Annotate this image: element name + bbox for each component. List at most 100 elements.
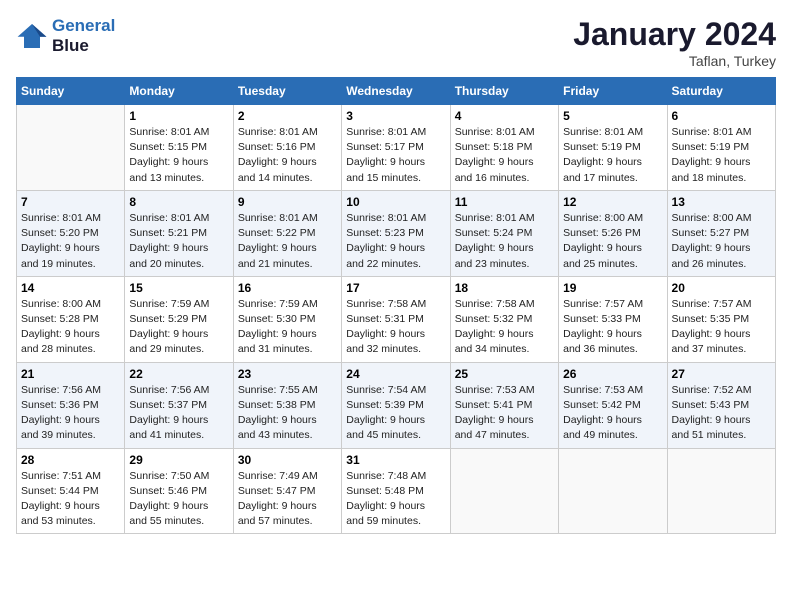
day-number: 29 [129,453,228,467]
day-number: 24 [346,367,445,381]
calendar-cell: 27 Sunrise: 7:52 AMSunset: 5:43 PMDayligh… [667,362,775,448]
calendar-cell: 10 Sunrise: 8:01 AMSunset: 5:23 PMDayligh… [342,190,450,276]
logo-line2: Blue [52,36,89,55]
day-info: Sunrise: 8:01 AMSunset: 5:17 PMDaylight:… [346,125,445,186]
day-number: 21 [21,367,120,381]
header-saturday: Saturday [667,78,775,105]
day-number: 31 [346,453,445,467]
header-sunday: Sunday [17,78,125,105]
day-info: Sunrise: 7:58 AMSunset: 5:31 PMDaylight:… [346,297,445,358]
day-info: Sunrise: 7:59 AMSunset: 5:30 PMDaylight:… [238,297,337,358]
calendar-cell: 5 Sunrise: 8:01 AMSunset: 5:19 PMDaylight… [559,105,667,191]
calendar-cell: 20 Sunrise: 7:57 AMSunset: 5:35 PMDayligh… [667,276,775,362]
month-title: January 2024 [573,16,776,53]
calendar-cell: 16 Sunrise: 7:59 AMSunset: 5:30 PMDayligh… [233,276,341,362]
header-friday: Friday [559,78,667,105]
day-number: 20 [672,281,771,295]
day-info: Sunrise: 8:01 AMSunset: 5:15 PMDaylight:… [129,125,228,186]
page-header: General Blue January 2024 Taflan, Turkey [16,16,776,69]
calendar-cell: 29 Sunrise: 7:50 AMSunset: 5:46 PMDayligh… [125,448,233,534]
calendar-cell: 17 Sunrise: 7:58 AMSunset: 5:31 PMDayligh… [342,276,450,362]
calendar-cell: 23Sunrise: 7:55 AMSunset: 5:38 PMDayligh… [233,362,341,448]
calendar-cell: 12 Sunrise: 8:00 AMSunset: 5:26 PMDayligh… [559,190,667,276]
header-wednesday: Wednesday [342,78,450,105]
day-number: 13 [672,195,771,209]
title-block: January 2024 Taflan, Turkey [573,16,776,69]
calendar-cell: 31Sunrise: 7:48 AMSunset: 5:48 PMDayligh… [342,448,450,534]
day-number: 3 [346,109,445,123]
week-row-0: 1 Sunrise: 8:01 AMSunset: 5:15 PMDaylight… [17,105,776,191]
day-number: 30 [238,453,337,467]
calendar-header-row: SundayMondayTuesdayWednesdayThursdayFrid… [17,78,776,105]
day-number: 17 [346,281,445,295]
day-info: Sunrise: 8:00 AMSunset: 5:27 PMDaylight:… [672,211,771,272]
day-info: Sunrise: 8:01 AMSunset: 5:18 PMDaylight:… [455,125,554,186]
day-info: Sunrise: 7:50 AMSunset: 5:46 PMDaylight:… [129,469,228,530]
calendar-cell: 4 Sunrise: 8:01 AMSunset: 5:18 PMDaylight… [450,105,558,191]
day-number: 8 [129,195,228,209]
day-info: Sunrise: 7:57 AMSunset: 5:35 PMDaylight:… [672,297,771,358]
calendar-cell: 30 Sunrise: 7:49 AMSunset: 5:47 PMDayligh… [233,448,341,534]
day-info: Sunrise: 7:56 AMSunset: 5:36 PMDaylight:… [21,383,120,444]
day-number: 23 [238,367,337,381]
day-info: Sunrise: 8:00 AMSunset: 5:28 PMDaylight:… [21,297,120,358]
calendar-table: SundayMondayTuesdayWednesdayThursdayFrid… [16,77,776,534]
day-number: 19 [563,281,662,295]
day-number: 12 [563,195,662,209]
day-info: Sunrise: 8:01 AMSunset: 5:16 PMDaylight:… [238,125,337,186]
calendar-cell: 2 Sunrise: 8:01 AMSunset: 5:16 PMDaylight… [233,105,341,191]
day-number: 22 [129,367,228,381]
week-row-3: 21 Sunrise: 7:56 AMSunset: 5:36 PMDayligh… [17,362,776,448]
day-number: 5 [563,109,662,123]
header-tuesday: Tuesday [233,78,341,105]
calendar-cell: 18Sunrise: 7:58 AMSunset: 5:32 PMDayligh… [450,276,558,362]
day-number: 16 [238,281,337,295]
day-number: 9 [238,195,337,209]
calendar-cell: 21 Sunrise: 7:56 AMSunset: 5:36 PMDayligh… [17,362,125,448]
day-number: 15 [129,281,228,295]
calendar-cell: 26Sunrise: 7:53 AMSunset: 5:42 PMDayligh… [559,362,667,448]
calendar-cell [450,448,558,534]
day-number: 2 [238,109,337,123]
day-number: 14 [21,281,120,295]
week-row-2: 14 Sunrise: 8:00 AMSunset: 5:28 PMDayligh… [17,276,776,362]
day-number: 27 [672,367,771,381]
day-number: 10 [346,195,445,209]
calendar-cell: 6Sunrise: 8:01 AMSunset: 5:19 PMDaylight… [667,105,775,191]
day-number: 4 [455,109,554,123]
calendar-cell: 8 Sunrise: 8:01 AMSunset: 5:21 PMDaylight… [125,190,233,276]
calendar-cell: 25 Sunrise: 7:53 AMSunset: 5:41 PMDayligh… [450,362,558,448]
day-number: 11 [455,195,554,209]
day-info: Sunrise: 7:59 AMSunset: 5:29 PMDaylight:… [129,297,228,358]
day-info: Sunrise: 8:01 AMSunset: 5:20 PMDaylight:… [21,211,120,272]
header-thursday: Thursday [450,78,558,105]
calendar-cell: 22Sunrise: 7:56 AMSunset: 5:37 PMDayligh… [125,362,233,448]
calendar-cell: 13 Sunrise: 8:00 AMSunset: 5:27 PMDayligh… [667,190,775,276]
day-number: 28 [21,453,120,467]
day-info: Sunrise: 7:53 AMSunset: 5:41 PMDaylight:… [455,383,554,444]
logo: General Blue [16,16,115,57]
header-monday: Monday [125,78,233,105]
day-info: Sunrise: 7:52 AMSunset: 5:43 PMDaylight:… [672,383,771,444]
day-number: 1 [129,109,228,123]
calendar-cell: 14 Sunrise: 8:00 AMSunset: 5:28 PMDayligh… [17,276,125,362]
calendar-cell: 7 Sunrise: 8:01 AMSunset: 5:20 PMDaylight… [17,190,125,276]
day-info: Sunrise: 8:01 AMSunset: 5:19 PMDaylight:… [563,125,662,186]
day-info: Sunrise: 8:01 AMSunset: 5:23 PMDaylight:… [346,211,445,272]
logo-line1: General [52,16,115,35]
day-info: Sunrise: 7:49 AMSunset: 5:47 PMDaylight:… [238,469,337,530]
calendar-cell: 1 Sunrise: 8:01 AMSunset: 5:15 PMDaylight… [125,105,233,191]
day-info: Sunrise: 7:54 AMSunset: 5:39 PMDaylight:… [346,383,445,444]
day-number: 26 [563,367,662,381]
calendar-cell: 15 Sunrise: 7:59 AMSunset: 5:29 PMDayligh… [125,276,233,362]
day-info: Sunrise: 8:01 AMSunset: 5:21 PMDaylight:… [129,211,228,272]
day-info: Sunrise: 8:01 AMSunset: 5:24 PMDaylight:… [455,211,554,272]
day-info: Sunrise: 8:00 AMSunset: 5:26 PMDaylight:… [563,211,662,272]
calendar-cell: 28Sunrise: 7:51 AMSunset: 5:44 PMDayligh… [17,448,125,534]
day-number: 25 [455,367,554,381]
day-number: 18 [455,281,554,295]
week-row-1: 7 Sunrise: 8:01 AMSunset: 5:20 PMDaylight… [17,190,776,276]
logo-icon [16,22,48,50]
calendar-cell: 9Sunrise: 8:01 AMSunset: 5:22 PMDaylight… [233,190,341,276]
day-number: 7 [21,195,120,209]
